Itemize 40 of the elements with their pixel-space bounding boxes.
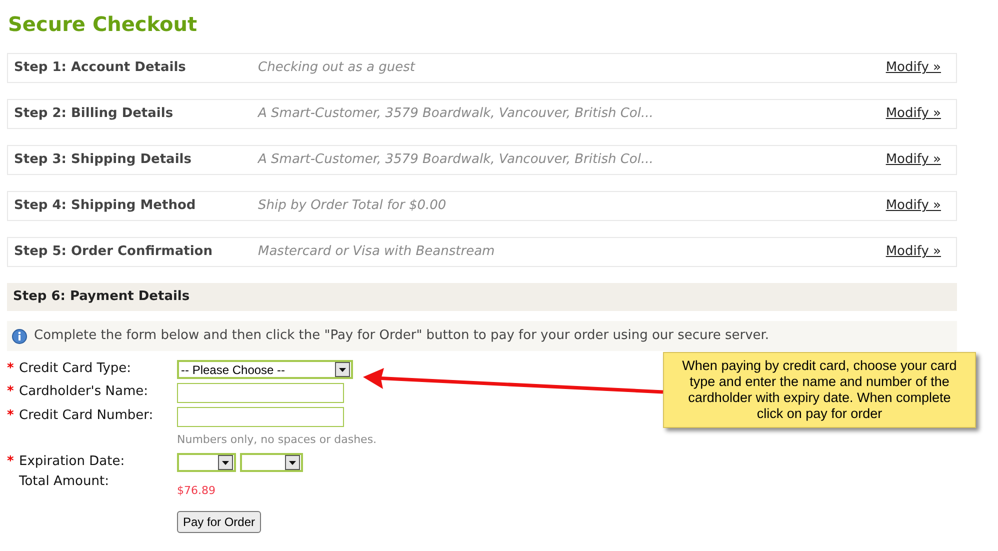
step-title: Step 1: Account Details: [14, 59, 187, 78]
modify-link[interactable]: Modify »: [886, 242, 941, 262]
dropdown[interactable]: [240, 452, 303, 472]
modify-link[interactable]: Modify »: [886, 104, 941, 124]
callout-note: When paying by credit card, choose your card type and enter the name and number of the cardholder with expiry date. When complete click on pay for order: [663, 352, 976, 428]
field-label: Cardholder's Name:: [19, 383, 148, 400]
modify-link[interactable]: Modify »: [886, 150, 941, 170]
caret-icon: [218, 454, 233, 470]
required-mark: *: [7, 452, 15, 470]
field-label: Credit Card Number:: [19, 407, 154, 424]
step-title: Step 5: Order Confirmation: [14, 243, 214, 262]
field-label: Total Amount:: [19, 472, 109, 490]
field-label: Credit Card Type:: [19, 360, 132, 377]
required-mark: *: [7, 383, 15, 400]
step-summary: A Smart-Customer, 3579 Boardwalk, Vancouver, British Col...: [258, 105, 654, 124]
section-title: Step 6: Payment Details: [13, 288, 190, 306]
input-field[interactable]: [177, 407, 344, 427]
step-summary: A Smart-Customer, 3579 Boardwalk, Vancouver, British Col...: [258, 151, 654, 170]
dropdown[interactable]: [177, 452, 236, 472]
info-text: Complete the form below and then click the "Pay for Order" button to pay for your order using our secure server.: [34, 327, 770, 346]
caret-icon: [285, 454, 300, 470]
step-summary: Mastercard or Visa with Beanstream: [258, 243, 496, 262]
input-field[interactable]: [177, 383, 344, 403]
step-summary: Ship by Order Total for $0.00: [258, 197, 448, 216]
dropdown[interactable]: -- Please Choose --: [177, 360, 353, 379]
step-title: Step 2: Billing Details: [14, 105, 174, 124]
pay-button[interactable]: Pay for Order: [177, 511, 262, 533]
required-mark: *: [7, 360, 15, 377]
caret-icon: [335, 362, 350, 377]
field-label: Expiration Date:: [19, 452, 125, 470]
step-summary: Checking out as a guest: [258, 59, 416, 78]
step-title: Step 3: Shipping Details: [14, 151, 192, 170]
total-amount: $76.89: [177, 482, 216, 498]
required-mark: *: [7, 407, 15, 424]
hint-text: Numbers only, no spaces or dashes.: [177, 432, 377, 448]
step-title: Step 4: Shipping Method: [14, 197, 197, 216]
modify-link[interactable]: Modify »: [886, 58, 941, 78]
info-icon: [12, 328, 27, 344]
modify-link[interactable]: Modify »: [886, 196, 941, 216]
page-title: Secure Checkout: [8, 11, 198, 38]
